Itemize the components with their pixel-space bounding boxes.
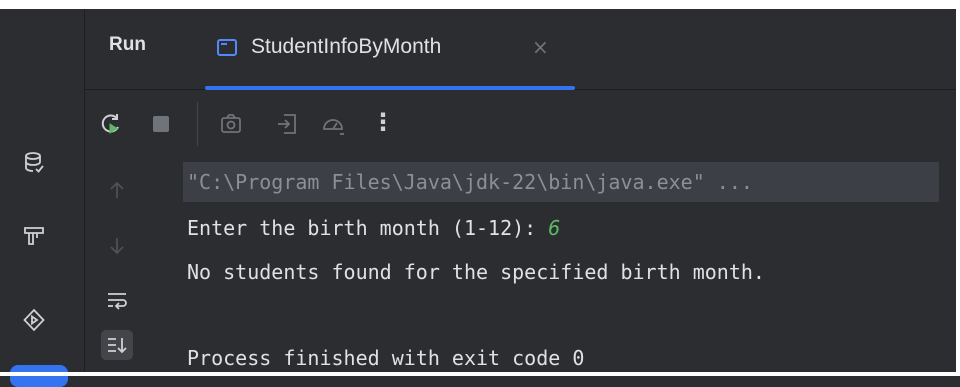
- rerun-icon[interactable]: [99, 112, 123, 136]
- stop-icon[interactable]: [149, 112, 173, 136]
- build-hammer-icon[interactable]: [22, 224, 46, 248]
- database-icon[interactable]: [22, 151, 46, 175]
- console-side-toolbar: [85, 160, 167, 372]
- gauge-icon[interactable]: [321, 112, 345, 136]
- run-tool-window-title: Run: [109, 34, 146, 55]
- prompt-text: Enter the birth month (1-12):: [187, 216, 549, 240]
- left-tool-bar: [0, 9, 85, 387]
- result-message: No students found for the specified birt…: [187, 260, 765, 284]
- arrow-up-icon[interactable]: [105, 178, 129, 202]
- soft-wrap-icon[interactable]: [105, 288, 129, 312]
- top-border: [0, 0, 960, 9]
- tab-title: StudentInfoByMonth: [251, 35, 442, 58]
- camera-icon[interactable]: [219, 112, 243, 136]
- scroll-to-end-icon[interactable]: [105, 333, 129, 357]
- arrow-down-icon[interactable]: [105, 234, 129, 258]
- prompt-line: Enter the birth month (1-12): 6: [187, 216, 560, 240]
- more-icon[interactable]: ⋮: [371, 108, 395, 136]
- console-output[interactable]: "C:\Program Files\Java\jdk-22\bin\java.e…: [167, 160, 956, 372]
- import-icon[interactable]: [275, 112, 299, 136]
- tab-student-info-by-month[interactable]: StudentInfoByMonth ×: [205, 23, 581, 90]
- console-icon: [217, 39, 237, 56]
- toolbar-separator: [197, 102, 198, 146]
- run-tab-bar: Run StudentInfoByMonth ×: [85, 9, 956, 90]
- close-tab-icon[interactable]: ×: [532, 35, 549, 59]
- command-line[interactable]: "C:\Program Files\Java\jdk-22\bin\java.e…: [187, 170, 753, 194]
- active-tool-indicator[interactable]: [10, 365, 68, 387]
- run-toolbar: ⋮: [85, 90, 956, 160]
- services-run-icon[interactable]: [22, 308, 46, 332]
- user-input-value: 6: [548, 216, 561, 240]
- exit-code-line: Process finished with exit code 0: [187, 346, 585, 370]
- bottom-border: [0, 372, 960, 376]
- right-border: [956, 0, 960, 376]
